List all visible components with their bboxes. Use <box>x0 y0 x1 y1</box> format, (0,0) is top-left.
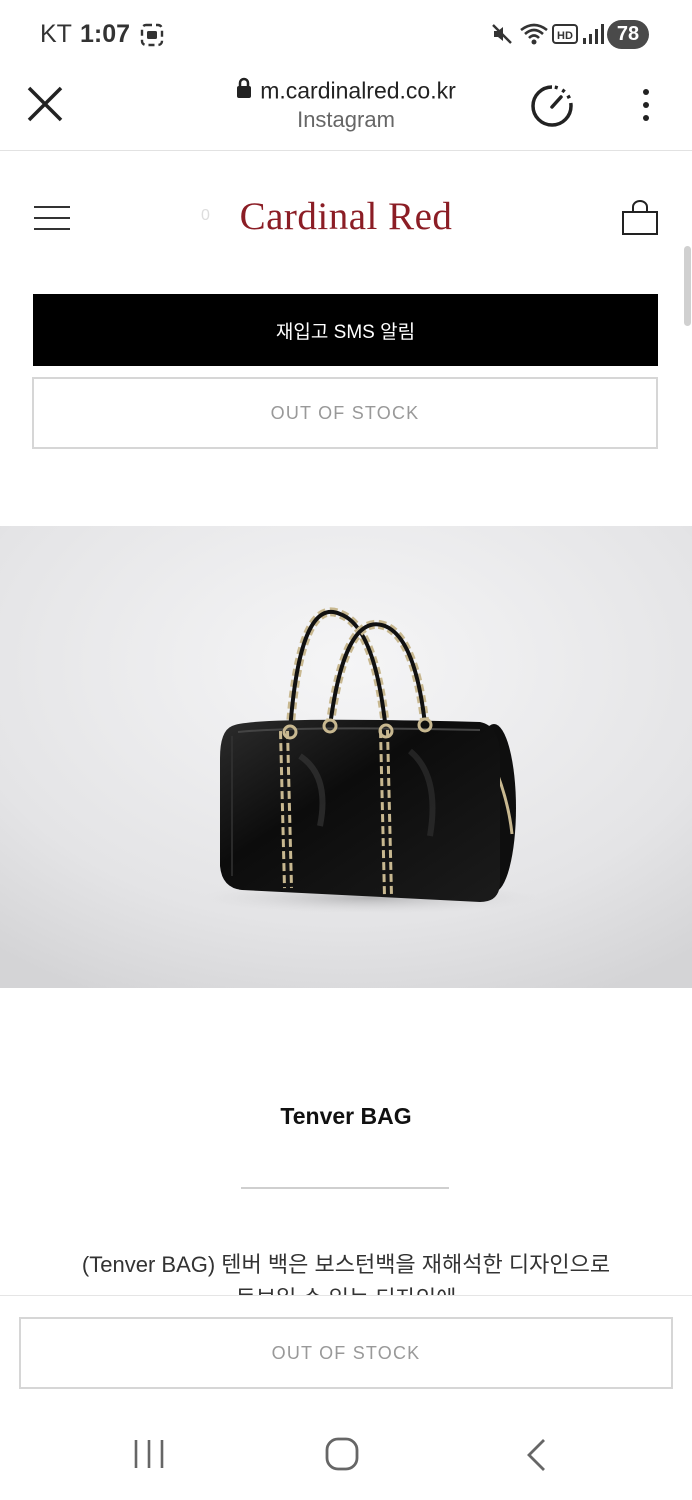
speedometer-icon[interactable] <box>528 83 576 134</box>
home-icon[interactable] <box>324 1436 360 1477</box>
product-description-line1: (Tenver BAG) 텐버 백은 보스턴백을 재해석한 디자인으로 <box>81 1252 611 1277</box>
recent-apps-icon[interactable] <box>132 1438 166 1475</box>
brand-logo[interactable]: Cardinal Red <box>0 194 692 239</box>
carrier-label: KT <box>40 20 72 48</box>
scrollbar-thumb[interactable] <box>684 246 691 326</box>
lock-icon <box>236 77 252 105</box>
clock: 1:07 <box>80 20 131 48</box>
product-image <box>0 526 692 988</box>
bottom-out-of-stock-button[interactable]: OUT OF STOCK <box>19 1317 673 1389</box>
shopping-bag-icon[interactable] <box>621 200 659 241</box>
url-source: Instagram <box>297 107 395 132</box>
system-nav-bar <box>0 1407 692 1500</box>
status-bar: KT 1:07 HD 78 <box>0 0 692 68</box>
svg-text:HD: HD <box>557 30 573 42</box>
product-title: Tenver BAG <box>280 1103 412 1129</box>
title-divider <box>241 1187 449 1189</box>
product-description-line2: 돋보일 수 있는 디자인에 <box>0 1281 692 1295</box>
battery-level: 78 <box>616 23 640 45</box>
back-icon[interactable] <box>524 1437 548 1478</box>
signal-icon <box>582 22 604 51</box>
more-menu-icon[interactable] <box>640 88 652 127</box>
battery-indicator: 78 <box>607 20 649 49</box>
mute-icon <box>490 22 514 51</box>
sticky-bottom-bar: OUT OF STOCK <box>0 1295 692 1408</box>
screenshot-icon <box>139 22 165 53</box>
out-of-stock-button[interactable]: OUT OF STOCK <box>32 377 658 449</box>
wifi-icon <box>519 22 549 51</box>
restock-sms-button[interactable]: 재입고 SMS 알림 <box>33 294 658 366</box>
hd-icon: HD <box>552 24 578 49</box>
url-display[interactable]: m.cardinalred.co.kr <box>0 76 692 105</box>
url-text: m.cardinalred.co.kr <box>260 77 456 104</box>
